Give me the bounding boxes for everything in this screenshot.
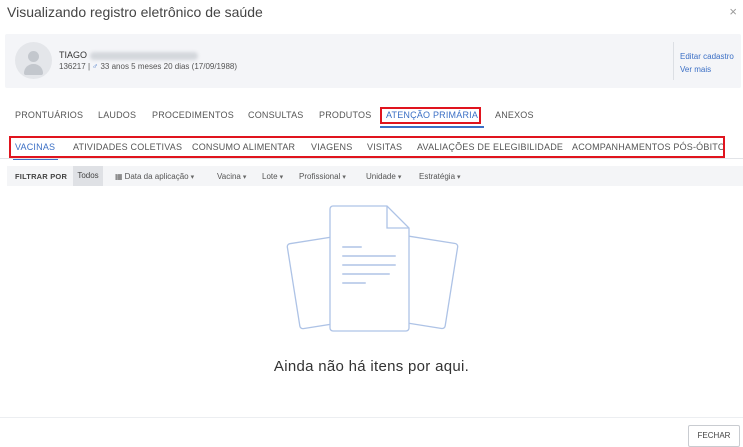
tab-prontuarios[interactable]: PRONTUÁRIOS xyxy=(15,110,83,120)
filter-vacina[interactable]: Vacina ▾ xyxy=(217,172,246,181)
edit-profile-link[interactable]: Editar cadastro xyxy=(680,52,734,61)
highlight-box-main-tab xyxy=(380,107,481,124)
info-separator: | xyxy=(87,62,91,71)
filter-data-aplicacao-label: Data da aplicação xyxy=(124,172,189,181)
filter-vacina-label: Vacina xyxy=(217,172,241,181)
main-tabs: PRONTUÁRIOS LAUDOS PROCEDIMENTOS CONSULT… xyxy=(0,106,743,128)
card-divider xyxy=(673,42,674,80)
chevron-down-icon: ▾ xyxy=(279,174,284,181)
see-more-link[interactable]: Ver mais xyxy=(680,65,711,74)
modal-header: Visualizando registro eletrônico de saúd… xyxy=(0,0,743,26)
patient-card: TIAGO 136217 | ♂ 33 anos 5 meses 20 dias… xyxy=(5,34,741,88)
tab-consultas[interactable]: CONSULTAS xyxy=(248,110,303,120)
avatar xyxy=(15,42,52,79)
patient-age: 33 anos 5 meses 20 dias (17/09/1988) xyxy=(100,62,238,71)
tab-anexos[interactable]: ANEXOS xyxy=(495,110,534,120)
chevron-down-icon: ▾ xyxy=(242,174,247,181)
filter-estrategia[interactable]: Estratégia ▾ xyxy=(419,172,461,181)
patient-first-name: TIAGO xyxy=(59,50,88,60)
filter-data-aplicacao[interactable]: ▦ Data da aplicação ▾ xyxy=(115,172,194,181)
filter-profissional[interactable]: Profissional ▾ xyxy=(299,172,346,181)
highlight-box-subtabs xyxy=(9,136,725,158)
patient-name: TIAGO xyxy=(59,50,199,60)
subtabs-divider xyxy=(0,158,743,159)
tab-procedimentos[interactable]: PROCEDIMENTOS xyxy=(152,110,234,120)
tab-produtos[interactable]: PRODUTOS xyxy=(319,110,371,120)
modal-title: Visualizando registro eletrônico de saúd… xyxy=(7,4,263,20)
close-icon[interactable]: × xyxy=(729,4,737,19)
chevron-down-icon: ▾ xyxy=(342,174,346,181)
chevron-down-icon: ▾ xyxy=(190,174,195,181)
calendar-icon: ▦ xyxy=(115,172,123,181)
filter-label: FILTRAR POR xyxy=(15,172,68,181)
male-icon: ♂ xyxy=(92,62,99,71)
tab-laudos[interactable]: LAUDOS xyxy=(98,110,136,120)
empty-documents-illustration xyxy=(285,200,460,345)
filter-profissional-label: Profissional xyxy=(299,172,341,181)
close-button[interactable]: FECHAR xyxy=(688,425,740,447)
active-tab-underline xyxy=(380,126,484,128)
patient-id: 136217 xyxy=(59,62,86,71)
filter-estrategia-label: Estratégia xyxy=(419,172,456,181)
sub-tabs: VACINAS ATIVIDADES COLETIVAS CONSUMO ALI… xyxy=(0,134,743,160)
redacted-surname xyxy=(90,51,199,60)
footer-divider xyxy=(0,417,743,418)
filter-lote-label: Lote xyxy=(262,172,278,181)
empty-state-message: Ainda não há itens por aqui. xyxy=(273,358,470,375)
chevron-down-icon: ▾ xyxy=(397,174,402,181)
chevron-down-icon: ▾ xyxy=(457,174,461,181)
filter-unidade-label: Unidade xyxy=(366,172,396,181)
filter-unidade[interactable]: Unidade ▾ xyxy=(366,172,401,181)
filter-all-button[interactable]: Todos xyxy=(73,166,103,186)
filter-lote[interactable]: Lote ▾ xyxy=(262,172,283,181)
filter-bar: FILTRAR POR Todos ▦ Data da aplicação ▾ Va… xyxy=(7,166,743,186)
patient-info: 136217 | ♂ 33 anos 5 meses 20 dias (17/0… xyxy=(59,62,237,71)
